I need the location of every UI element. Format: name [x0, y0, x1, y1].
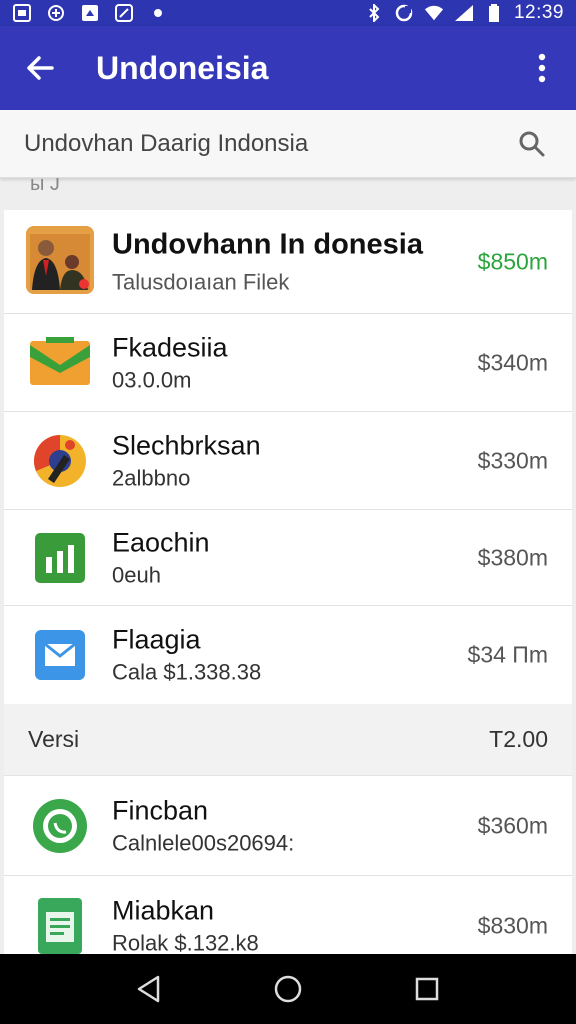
hint-text: ы J — [30, 178, 60, 194]
dot-icon — [148, 4, 168, 22]
nav-recents-button[interactable] — [405, 967, 449, 1011]
nav-back-icon — [138, 975, 160, 1003]
list-item-text: Undovhann In donesia Talusdoıaıan Filek — [112, 228, 423, 295]
list-item-price: $360m — [477, 812, 548, 838]
battery-icon — [484, 4, 504, 22]
data-saver-icon — [394, 4, 414, 22]
signal-icon — [454, 4, 474, 22]
list-item[interactable]: Eaochin 0euh $380m — [4, 510, 572, 606]
arrow-left-icon — [27, 56, 54, 80]
more-options-button[interactable] — [526, 46, 558, 90]
list-item-subtitle: 2albbno — [112, 465, 191, 490]
list-item-text: Fkadesiia 03.0.0m — [112, 332, 228, 393]
status-bar: 12:39 — [0, 0, 576, 26]
list-item-title: Fincban — [112, 795, 209, 825]
bluetooth-icon — [364, 4, 384, 22]
list-item[interactable]: Fkadesiia 03.0.0m $340m — [4, 314, 572, 412]
back-button[interactable] — [18, 46, 62, 90]
list-item-text: Fincban Calnlele00s20694: — [112, 795, 294, 856]
section-label: Versi — [28, 726, 80, 752]
list-item-subtitle: Cala $1.338.38 — [112, 659, 262, 685]
nav-home-button[interactable] — [266, 967, 310, 1011]
bar-chart-icon — [26, 524, 94, 592]
list-item[interactable]: Flaagia Cala $1.338.38 $34 Пm — [4, 606, 572, 704]
notification-icon — [12, 4, 32, 22]
list-item[interactable]: Miabkan Rolak $.132.k8 $830m — [4, 876, 572, 954]
search-button[interactable] — [512, 124, 552, 164]
app-bar: Undoneisia — [0, 26, 576, 110]
list-item-title: Flaagia — [112, 624, 201, 655]
section-value: T2.00 — [489, 726, 548, 752]
list-item-subtitle: Talusdoıaıan Filek — [112, 269, 290, 294]
chrome-icon — [26, 427, 94, 495]
list-item-text: Eaochin 0euh — [112, 527, 210, 588]
list-item-price: $340m — [477, 349, 548, 375]
list-item[interactable]: Undovhann In donesia Talusdoıaıan Filek … — [4, 210, 572, 314]
list-item-title: Slechbrksan — [112, 430, 261, 460]
search-input[interactable]: Undovhan Daarig Indonsia — [24, 130, 512, 158]
search-icon — [519, 131, 545, 156]
mail-envelope-icon — [26, 329, 94, 397]
list-item-price: $34 Пm — [467, 641, 548, 668]
docs-icon — [26, 892, 94, 954]
page-title: Undoneisia — [96, 49, 269, 86]
photo-avatar-icon — [26, 226, 94, 294]
more-vert-icon — [538, 53, 546, 83]
list-item-price: $850m — [477, 248, 548, 274]
camera-icon — [80, 4, 100, 22]
list-item-price: $380m — [477, 544, 548, 570]
section-header: Versi T2.00 — [4, 704, 572, 776]
nav-recents-icon — [415, 977, 438, 1001]
list-item-text: Slechbrksan 2albbno — [112, 430, 261, 491]
inbox-mail-icon — [26, 621, 94, 689]
list-item[interactable]: Slechbrksan 2albbno $330m — [4, 412, 572, 510]
list-item-title: Eaochin — [112, 527, 210, 557]
list-item-subtitle: Rolak $.132.k8 — [112, 930, 259, 955]
whatsapp-icon — [26, 792, 94, 860]
list-item-title: Miabkan — [112, 895, 215, 926]
navigation-bar — [0, 954, 576, 1024]
list-item-text: Flaagia Cala $1.338.38 — [112, 625, 261, 686]
list-item-text: Miabkan Rolak $.132.k8 — [112, 896, 259, 955]
list-item-subtitle: 03.0.0m — [112, 367, 192, 392]
list-item-title: Undovhann In donesia — [112, 228, 423, 260]
list-item-title: Fkadesiia — [112, 332, 228, 362]
maps-icon — [114, 4, 134, 22]
list-item-subtitle: Calnlele00s20694: — [112, 830, 295, 855]
list-item-subtitle: 0euh — [112, 562, 161, 587]
results-list: Undovhann In donesia Talusdoıaıan Filek … — [4, 210, 572, 954]
nav-home-icon — [274, 975, 302, 1003]
wifi-icon — [424, 4, 444, 22]
list-item-price: $330m — [477, 447, 548, 473]
status-time: 12:39 — [513, 2, 564, 23]
nav-back-button[interactable] — [127, 967, 171, 1011]
apps-icon — [46, 4, 66, 22]
search-bar[interactable]: Undovhan Daarig Indonsia — [0, 110, 576, 178]
list-item-price: $830m — [477, 912, 548, 939]
list-item[interactable]: Fincban Calnlele00s20694: $360m — [4, 776, 572, 876]
